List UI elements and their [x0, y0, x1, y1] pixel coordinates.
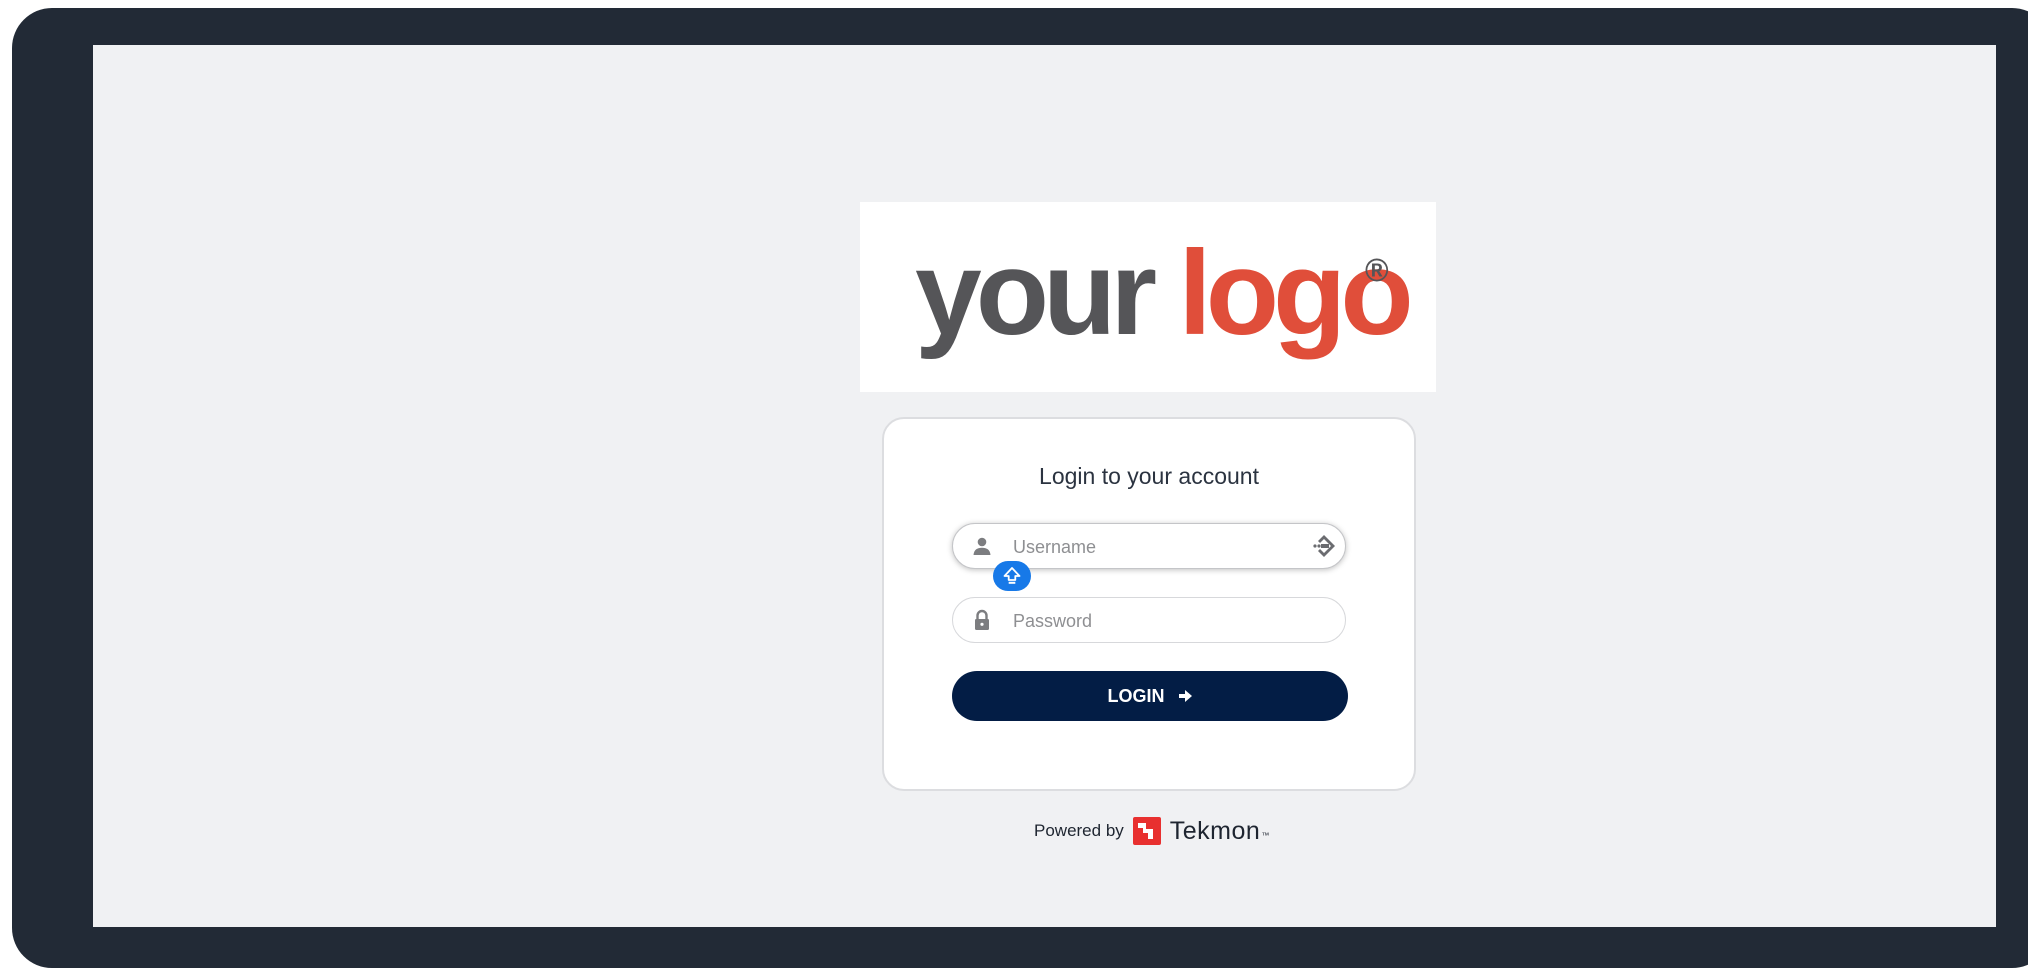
- powered-by: Powered by Tekmon ™: [1034, 815, 1269, 847]
- caps-lock-icon: [1003, 567, 1021, 584]
- password-field[interactable]: [952, 597, 1346, 643]
- login-button-label: LOGIN: [1107, 685, 1165, 706]
- login-card: Login to your account Username LOGIN: [882, 417, 1416, 791]
- caps-lock-indicator: [993, 561, 1031, 591]
- password-input[interactable]: [1011, 604, 1305, 638]
- login-title: Login to your account: [1039, 463, 1259, 489]
- powered-by-label: Powered by: [1034, 821, 1124, 840]
- tekmon-logo-icon: [1132, 817, 1161, 845]
- brand-logo-word-logo: logo: [1178, 226, 1413, 360]
- login-button[interactable]: LOGIN: [952, 671, 1348, 721]
- lock-icon: [975, 609, 989, 630]
- brand-logo: your logo ®: [860, 202, 1436, 392]
- arrow-right-icon: [1178, 690, 1192, 703]
- page-background: your logo ® Login to your account Userna…: [93, 45, 1996, 927]
- brand-logo-text: your logo: [915, 218, 1414, 368]
- vendor-trademark: ™: [1261, 831, 1270, 840]
- registered-mark: ®: [1365, 252, 1389, 288]
- brand-logo-word-your: your: [915, 226, 1157, 360]
- username-input[interactable]: [1011, 530, 1305, 564]
- vendor-name: Tekmon: [1169, 816, 1261, 845]
- user-icon: [973, 537, 991, 555]
- password-manager-icon[interactable]: [1311, 533, 1337, 559]
